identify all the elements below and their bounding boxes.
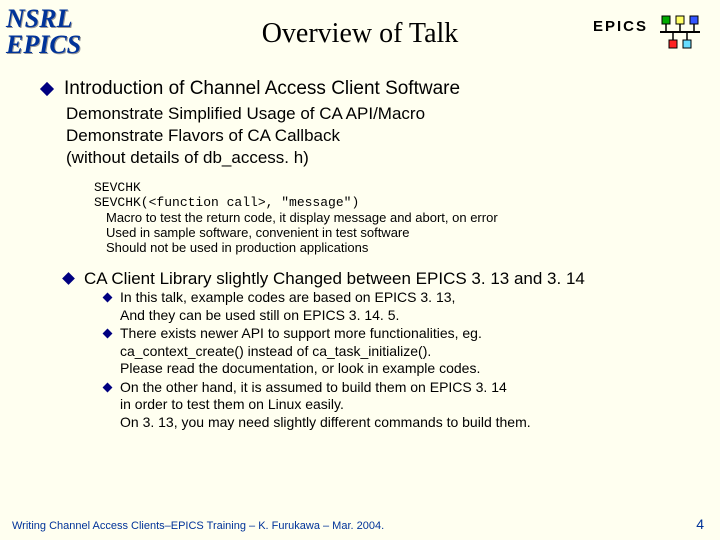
text-line: In this talk, example codes are based on… [120, 289, 455, 305]
text-line: There exists newer API to support more f… [120, 325, 482, 341]
text-line: Please read the documentation, or look i… [120, 360, 480, 376]
content-area: Introduction of Channel Access Client So… [42, 78, 700, 432]
code-line: SEVCHK(<function call>, "message") [94, 195, 700, 210]
bullet-secondary: CA Client Library slightly Changed betwe… [64, 269, 700, 289]
text-line: in order to test them on Linux easily. [120, 396, 344, 412]
sub-bullet: (without details of db_access. h) [66, 148, 700, 168]
text-line: ca_context_create() instead of ca_task_i… [120, 343, 431, 359]
text-line: And they can be used still on EPICS 3. 1… [120, 307, 399, 323]
sub-bullet-item: In this talk, example codes are based on… [104, 289, 700, 324]
bullet-secondary-text: CA Client Library slightly Changed betwe… [84, 269, 585, 288]
bullet-main-text: Introduction of Channel Access Client So… [64, 78, 460, 99]
code-desc: Used in sample software, convenient in t… [106, 225, 700, 240]
code-desc: Macro to test the return code, it displa… [106, 210, 700, 225]
text-line: On 3. 13, you may need slightly differen… [120, 414, 531, 430]
sub-bullet-item: There exists newer API to support more f… [104, 325, 700, 378]
text-line: On the other hand, it is assumed to buil… [120, 379, 507, 395]
code-line: SEVCHK [94, 180, 700, 195]
diamond-bullet-icon [103, 293, 113, 303]
sub-bullet-item: On the other hand, it is assumed to buil… [104, 379, 700, 432]
diamond-bullet-icon [103, 382, 113, 392]
code-desc: Should not be used in production applica… [106, 240, 700, 255]
footer-text: Writing Channel Access Clients–EPICS Tra… [12, 520, 384, 532]
epics-network-icon [658, 14, 702, 50]
logo-line1: NSRL [6, 6, 81, 32]
page-number: 4 [696, 516, 704, 532]
diamond-bullet-icon [62, 272, 75, 285]
logo-line2: EPICS [6, 32, 81, 58]
sub-bullet: Demonstrate Simplified Usage of CA API/M… [66, 104, 700, 124]
sub-bullet: Demonstrate Flavors of CA Callback [66, 126, 700, 146]
diamond-bullet-icon [40, 82, 54, 96]
bullet-main: Introduction of Channel Access Client So… [42, 78, 700, 100]
left-logo: NSRL EPICS [6, 6, 81, 58]
epics-label: EPICS [593, 18, 648, 35]
diamond-bullet-icon [103, 329, 113, 339]
